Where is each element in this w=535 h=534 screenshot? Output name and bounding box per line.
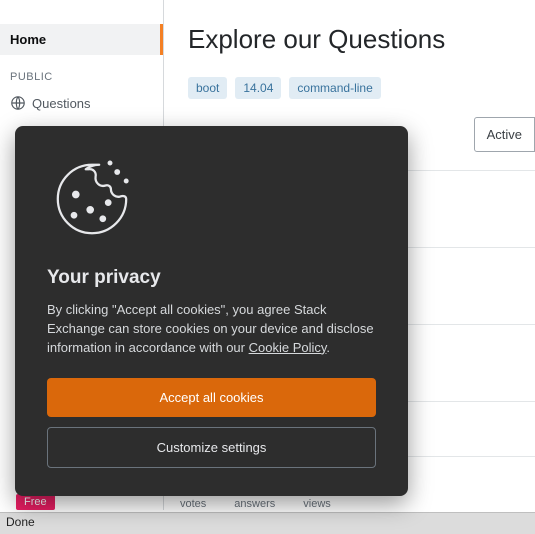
globe-icon bbox=[10, 95, 26, 111]
tag-boot[interactable]: boot bbox=[188, 77, 227, 99]
nav-questions[interactable]: Questions bbox=[0, 87, 163, 119]
free-badge: Free bbox=[16, 494, 55, 510]
stat-votes: votes bbox=[180, 498, 206, 510]
cookie-body-suffix: . bbox=[326, 340, 330, 355]
customize-settings-button[interactable]: Customize settings bbox=[47, 427, 376, 468]
cookie-title: Your privacy bbox=[47, 267, 376, 289]
accept-cookies-button[interactable]: Accept all cookies bbox=[47, 378, 376, 417]
nav-home[interactable]: Home bbox=[0, 24, 163, 55]
statusbar: Done bbox=[0, 512, 535, 534]
cookie-policy-link[interactable]: Cookie Policy bbox=[249, 340, 327, 355]
nav-questions-label: Questions bbox=[32, 96, 91, 111]
cookie-icon bbox=[47, 154, 137, 244]
nav-section-public: PUBLIC bbox=[0, 55, 163, 87]
cookie-dialog: Your privacy By clicking "Accept all coo… bbox=[15, 126, 408, 496]
stat-labels: votes answers views bbox=[180, 498, 331, 510]
filter-active[interactable]: Active bbox=[474, 117, 535, 152]
stat-views: views bbox=[303, 498, 331, 510]
stat-answers: answers bbox=[234, 498, 275, 510]
tag-14-04[interactable]: 14.04 bbox=[235, 77, 281, 99]
top-tags: boot 14.04 command-line bbox=[188, 77, 535, 99]
page-title: Explore our Questions bbox=[188, 24, 535, 55]
tag-command-line[interactable]: command-line bbox=[289, 77, 380, 99]
cookie-text: By clicking "Accept all cookies", you ag… bbox=[47, 301, 376, 358]
